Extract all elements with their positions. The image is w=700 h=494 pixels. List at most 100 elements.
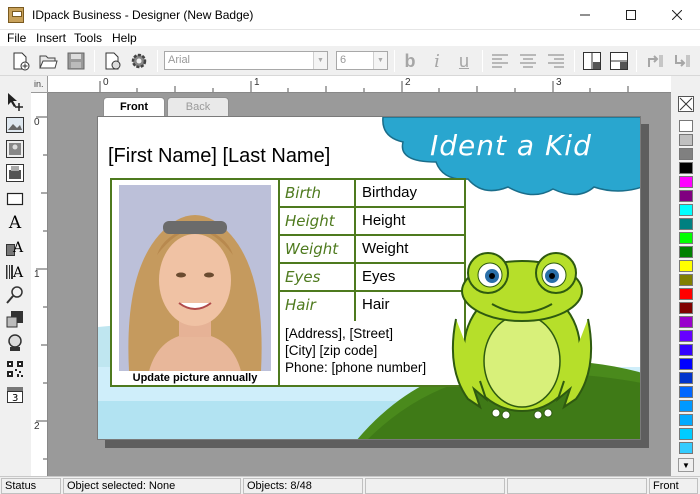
field-label[interactable]: Height bbox=[280, 208, 356, 234]
pointer-tool[interactable] bbox=[4, 90, 26, 112]
bring-forward-button[interactable] bbox=[643, 49, 667, 73]
settings-button[interactable] bbox=[127, 49, 151, 73]
field-value[interactable]: Height bbox=[362, 212, 405, 229]
full-name-field[interactable]: [First Name] [Last Name] bbox=[108, 145, 330, 168]
qrcode-tool[interactable] bbox=[4, 358, 26, 380]
align-center-button[interactable] bbox=[517, 50, 539, 72]
color-swatch[interactable] bbox=[679, 400, 693, 412]
no-color-button[interactable] bbox=[678, 96, 694, 112]
menu-help[interactable]: Help bbox=[112, 30, 137, 46]
color-swatch[interactable] bbox=[679, 260, 693, 272]
text-tool[interactable]: A bbox=[4, 212, 26, 234]
field-label[interactable]: Eyes bbox=[280, 264, 356, 290]
align-right-button[interactable] bbox=[545, 50, 567, 72]
palette-scroll-down[interactable]: ▼ bbox=[678, 458, 694, 472]
color-swatch[interactable] bbox=[679, 442, 693, 454]
color-swatch[interactable] bbox=[679, 428, 693, 440]
color-swatch[interactable] bbox=[679, 120, 693, 132]
color-swatch[interactable] bbox=[679, 372, 693, 384]
color-swatch[interactable] bbox=[679, 288, 693, 300]
design-canvas[interactable]: in. 0 1 2 3 0 1 2 Front Back Ident a Kid… bbox=[31, 76, 671, 476]
photo-tool[interactable] bbox=[4, 138, 26, 160]
color-swatch[interactable] bbox=[679, 344, 693, 356]
tab-back[interactable]: Back bbox=[167, 97, 229, 116]
field-text-tool[interactable]: A bbox=[4, 236, 26, 258]
italic-icon: i bbox=[434, 50, 440, 72]
ruler-ticks bbox=[99, 81, 629, 92]
color-swatch[interactable] bbox=[679, 148, 693, 160]
field-value[interactable]: Weight bbox=[362, 240, 408, 257]
minimize-button[interactable] bbox=[562, 0, 608, 30]
color-swatch[interactable] bbox=[679, 358, 693, 370]
font-size-select[interactable]: 6 ▼ bbox=[336, 51, 388, 70]
photo-frame[interactable]: Update picture annually bbox=[110, 178, 280, 387]
vertical-ruler: 0 1 2 bbox=[31, 93, 48, 476]
color-swatch[interactable] bbox=[679, 330, 693, 342]
bold-button[interactable]: b bbox=[399, 50, 421, 72]
send-backward-button[interactable] bbox=[670, 49, 694, 73]
color-swatch[interactable] bbox=[679, 414, 693, 426]
close-button[interactable] bbox=[654, 0, 700, 30]
color-swatch[interactable] bbox=[679, 302, 693, 314]
maximize-button[interactable] bbox=[608, 0, 654, 30]
underline-button[interactable]: u bbox=[453, 50, 475, 72]
menu-file[interactable]: File bbox=[7, 30, 26, 46]
remove-object-button[interactable] bbox=[607, 49, 631, 73]
tab-front[interactable]: Front bbox=[103, 97, 165, 116]
person-photo-icon bbox=[128, 215, 262, 371]
color-swatch[interactable] bbox=[679, 246, 693, 258]
new-button[interactable] bbox=[8, 49, 32, 73]
color-swatch[interactable] bbox=[679, 316, 693, 328]
ruler-label: 1 bbox=[34, 269, 40, 280]
shape-tool[interactable] bbox=[4, 308, 26, 330]
rectangle-icon bbox=[6, 192, 24, 206]
address-block[interactable]: [Address], [Street] [City] [zip code] Ph… bbox=[278, 321, 466, 387]
print-preview-button[interactable] bbox=[100, 49, 124, 73]
align-right-icon bbox=[548, 54, 564, 68]
color-swatch[interactable] bbox=[679, 176, 693, 188]
add-object-button[interactable] bbox=[580, 49, 604, 73]
color-swatch[interactable] bbox=[679, 162, 693, 174]
align-left-button[interactable] bbox=[489, 50, 511, 72]
color-swatch[interactable] bbox=[679, 134, 693, 146]
photo-caption[interactable]: Update picture annually bbox=[112, 372, 278, 384]
frog-clipart[interactable] bbox=[450, 249, 600, 419]
barcode-text-tool[interactable]: A bbox=[4, 260, 26, 282]
save-button[interactable] bbox=[64, 49, 88, 73]
field-label[interactable]: Birth bbox=[280, 180, 356, 206]
color-swatch[interactable] bbox=[679, 190, 693, 202]
ruler-label: 2 bbox=[34, 421, 40, 432]
color-swatch[interactable] bbox=[679, 218, 693, 230]
open-button[interactable] bbox=[36, 49, 60, 73]
field-value[interactable]: Birthday bbox=[362, 184, 417, 201]
zoom-tool[interactable] bbox=[4, 332, 26, 354]
photo-placeholder bbox=[119, 185, 271, 371]
color-swatch[interactable] bbox=[679, 386, 693, 398]
badge-card[interactable]: Ident a Kid [First Name] [Last Name] Upd… bbox=[97, 116, 641, 440]
rectangle-tool[interactable] bbox=[4, 188, 26, 210]
field-label[interactable]: Weight bbox=[280, 236, 356, 262]
zoom-icon bbox=[8, 334, 22, 351]
image-tool[interactable] bbox=[4, 114, 26, 136]
color-swatch[interactable] bbox=[679, 274, 693, 286]
field-label[interactable]: Hair bbox=[280, 292, 356, 321]
horizontal-ruler: 0 1 2 3 bbox=[48, 76, 671, 93]
menu-tools[interactable]: Tools bbox=[74, 30, 102, 46]
window-title: IDpack Business - Designer (New Badge) bbox=[32, 8, 254, 22]
field-value[interactable]: Eyes bbox=[362, 268, 395, 285]
pointer-icon bbox=[8, 93, 23, 111]
ruler-label: 1 bbox=[254, 77, 260, 88]
signature-tool[interactable] bbox=[4, 162, 26, 184]
barcode-text-icon: A bbox=[6, 265, 24, 281]
italic-button[interactable]: i bbox=[426, 50, 448, 72]
photo-icon bbox=[6, 140, 24, 158]
field-value[interactable]: Hair bbox=[362, 296, 390, 313]
counter-tool[interactable]: 3 bbox=[4, 384, 26, 406]
color-swatch[interactable] bbox=[679, 204, 693, 216]
font-select[interactable]: Arial ▼ bbox=[164, 51, 328, 70]
logo-text[interactable]: Ident a Kid bbox=[430, 129, 630, 162]
image-icon bbox=[6, 117, 24, 133]
menu-insert[interactable]: Insert bbox=[36, 30, 66, 46]
line-tool[interactable] bbox=[4, 284, 26, 306]
color-swatch[interactable] bbox=[679, 232, 693, 244]
